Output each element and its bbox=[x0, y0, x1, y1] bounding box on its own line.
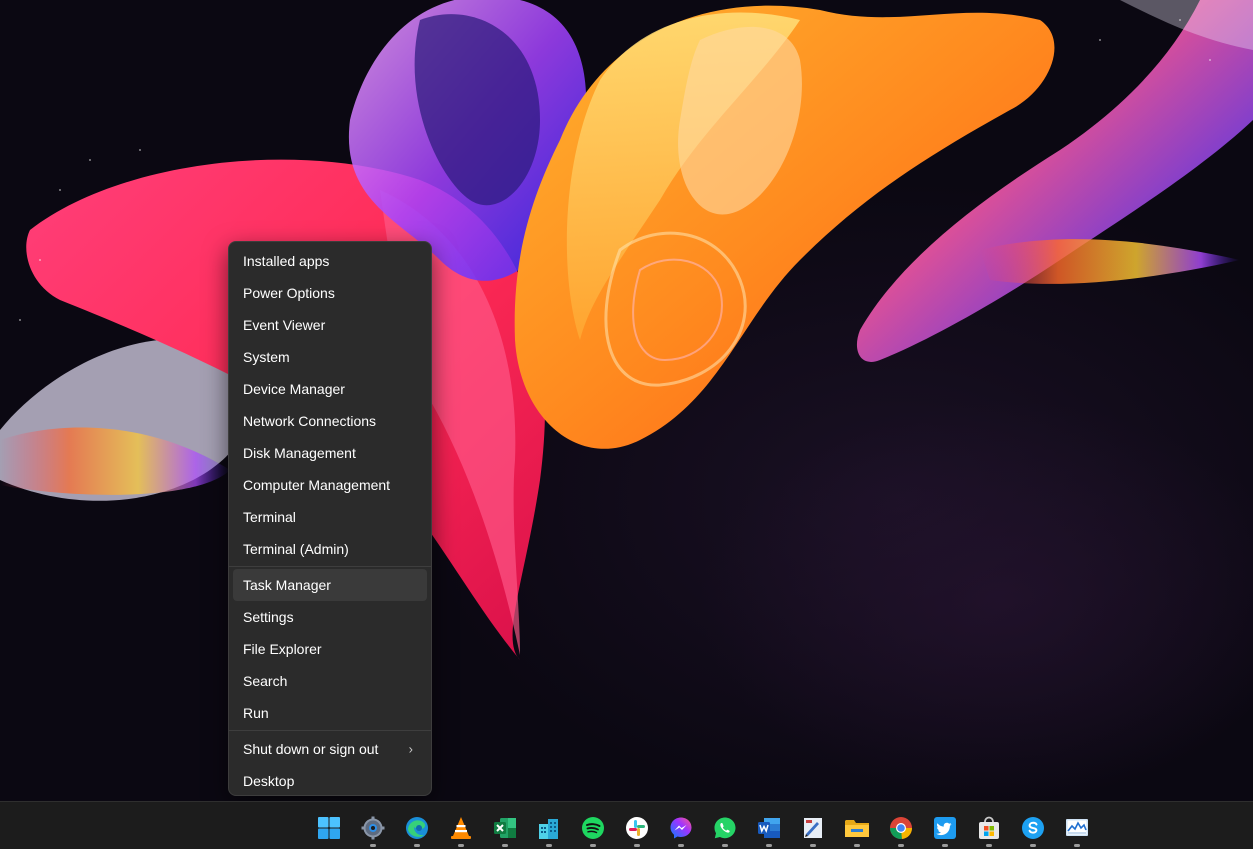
taskbar-slack[interactable] bbox=[617, 808, 657, 848]
menu-item-disk-management[interactable]: Disk Management bbox=[233, 437, 427, 469]
menu-item-search[interactable]: Search bbox=[233, 665, 427, 697]
running-indicator bbox=[634, 844, 640, 847]
word-icon bbox=[756, 815, 782, 841]
taskbar-buildings-app[interactable] bbox=[529, 808, 569, 848]
running-indicator bbox=[766, 844, 772, 847]
menu-item-device-manager[interactable]: Device Manager bbox=[233, 373, 427, 405]
twitter-icon bbox=[932, 815, 958, 841]
menu-item-network-connections[interactable]: Network Connections bbox=[233, 405, 427, 437]
taskbar-whatsapp[interactable] bbox=[705, 808, 745, 848]
menu-item-label: Network Connections bbox=[243, 413, 376, 429]
menu-separator bbox=[229, 730, 431, 731]
menu-item-label: Desktop bbox=[243, 773, 294, 789]
menu-item-desktop[interactable]: Desktop bbox=[233, 765, 427, 797]
menu-item-file-explorer[interactable]: File Explorer bbox=[233, 633, 427, 665]
menu-item-label: Computer Management bbox=[243, 477, 390, 493]
spotify-icon bbox=[580, 815, 606, 841]
running-indicator bbox=[1074, 844, 1080, 847]
taskbar-skype[interactable] bbox=[1013, 808, 1053, 848]
taskbar-resource-monitor[interactable] bbox=[1057, 808, 1097, 848]
running-indicator bbox=[1030, 844, 1036, 847]
menu-item-label: Terminal (Admin) bbox=[243, 541, 349, 557]
taskbar-paint-app[interactable] bbox=[793, 808, 833, 848]
running-indicator bbox=[590, 844, 596, 847]
taskbar-chrome[interactable] bbox=[881, 808, 921, 848]
menu-item-label: Task Manager bbox=[243, 577, 331, 593]
running-indicator bbox=[986, 844, 992, 847]
menu-item-installed-apps[interactable]: Installed apps bbox=[233, 245, 427, 277]
menu-item-label: Shut down or sign out bbox=[243, 741, 378, 757]
menu-item-system[interactable]: System bbox=[233, 341, 427, 373]
running-indicator bbox=[854, 844, 860, 847]
running-indicator bbox=[546, 844, 552, 847]
taskbar-start-button[interactable] bbox=[309, 808, 349, 848]
taskbar-microsoft-store[interactable] bbox=[969, 808, 1009, 848]
taskbar-twitter[interactable] bbox=[925, 808, 965, 848]
vlc-icon bbox=[448, 815, 474, 841]
taskbar bbox=[0, 801, 1253, 849]
taskbar-spotify[interactable] bbox=[573, 808, 613, 848]
microsoft-store-icon bbox=[976, 815, 1002, 841]
menu-item-label: Installed apps bbox=[243, 253, 329, 269]
quick-link-context-menu: Installed apps Power Options Event Viewe… bbox=[228, 241, 432, 796]
file-explorer-icon bbox=[844, 815, 870, 841]
menu-item-terminal[interactable]: Terminal bbox=[233, 501, 427, 533]
chevron-right-icon: › bbox=[409, 742, 413, 757]
running-indicator bbox=[810, 844, 816, 847]
menu-item-run[interactable]: Run bbox=[233, 697, 427, 729]
excel-icon bbox=[492, 815, 518, 841]
menu-item-power-options[interactable]: Power Options bbox=[233, 277, 427, 309]
running-indicator bbox=[502, 844, 508, 847]
running-indicator bbox=[898, 844, 904, 847]
running-indicator bbox=[722, 844, 728, 847]
buildings-app-icon bbox=[536, 815, 562, 841]
edge-icon bbox=[404, 815, 430, 841]
start-icon bbox=[316, 815, 342, 841]
running-indicator bbox=[370, 844, 376, 847]
running-indicator bbox=[942, 844, 948, 847]
settings-gear-icon bbox=[360, 815, 386, 841]
taskbar-word[interactable] bbox=[749, 808, 789, 848]
slack-icon bbox=[624, 815, 650, 841]
taskbar-excel[interactable] bbox=[485, 808, 525, 848]
taskbar-file-explorer[interactable] bbox=[837, 808, 877, 848]
abstract-bloom-artwork bbox=[0, 0, 1253, 801]
menu-item-task-manager[interactable]: Task Manager bbox=[233, 569, 427, 601]
messenger-icon bbox=[668, 815, 694, 841]
menu-item-shut-down-or-sign-out[interactable]: Shut down or sign out › bbox=[233, 733, 427, 765]
menu-item-terminal-admin[interactable]: Terminal (Admin) bbox=[233, 533, 427, 565]
taskbar-edge[interactable] bbox=[397, 808, 437, 848]
menu-item-label: Terminal bbox=[243, 509, 296, 525]
menu-item-label: Run bbox=[243, 705, 269, 721]
running-indicator bbox=[414, 844, 420, 847]
menu-item-label: File Explorer bbox=[243, 641, 322, 657]
menu-item-label: Search bbox=[243, 673, 287, 689]
running-indicator bbox=[678, 844, 684, 847]
taskbar-messenger[interactable] bbox=[661, 808, 701, 848]
menu-item-computer-management[interactable]: Computer Management bbox=[233, 469, 427, 501]
running-indicator bbox=[458, 844, 464, 847]
desktop-wallpaper bbox=[0, 0, 1253, 801]
taskbar-settings[interactable] bbox=[353, 808, 393, 848]
skype-icon bbox=[1020, 815, 1046, 841]
menu-item-label: System bbox=[243, 349, 290, 365]
menu-item-label: Disk Management bbox=[243, 445, 356, 461]
paint-app-icon bbox=[800, 815, 826, 841]
menu-item-label: Power Options bbox=[243, 285, 335, 301]
resource-monitor-icon bbox=[1064, 815, 1090, 841]
menu-item-settings[interactable]: Settings bbox=[233, 601, 427, 633]
menu-item-label: Event Viewer bbox=[243, 317, 325, 333]
taskbar-vlc[interactable] bbox=[441, 808, 481, 848]
menu-separator bbox=[229, 566, 431, 567]
menu-item-label: Device Manager bbox=[243, 381, 345, 397]
chrome-icon bbox=[888, 815, 914, 841]
menu-item-label: Settings bbox=[243, 609, 294, 625]
whatsapp-icon bbox=[712, 815, 738, 841]
menu-item-event-viewer[interactable]: Event Viewer bbox=[233, 309, 427, 341]
